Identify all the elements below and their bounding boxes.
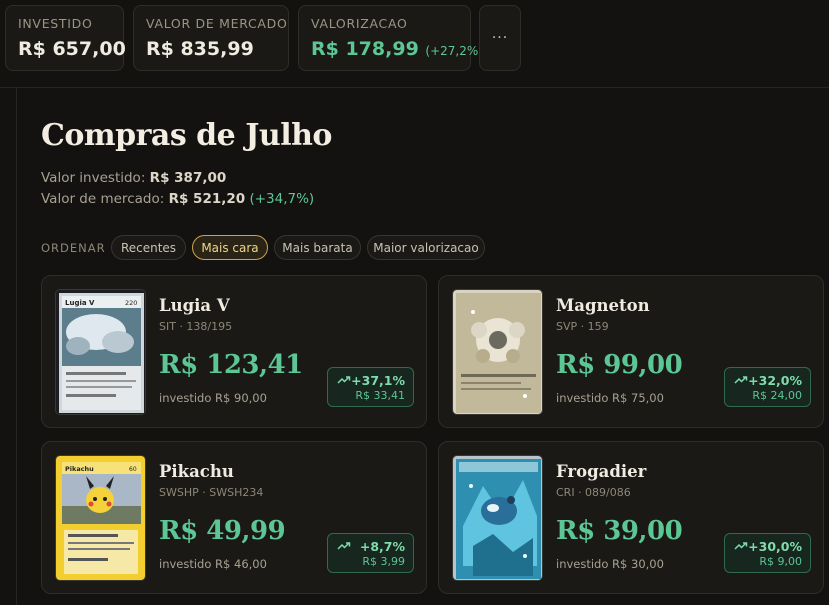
gain-amount: R$ 9,00 [759,555,802,568]
sort-recentes-chip[interactable]: Recentes [111,235,186,260]
gain-percent: +37,1% [351,373,405,388]
summary-invested-label: Valor investido: [41,170,146,186]
card-name: Frogadier [556,462,647,481]
trending-up-icon [734,376,748,384]
card-art-label: Lugia V [65,299,95,307]
card-invested: investido R$ 90,00 [159,391,267,405]
sort-mais-barata-chip[interactable]: Mais barata [274,235,361,260]
gain-percent: +32,0% [748,373,802,388]
trending-up-icon [337,376,351,384]
card-art-hp: 220 [125,299,137,307]
gain-badge: +8,7% R$ 3,99 [327,533,414,573]
card-thumbnail [452,289,543,415]
gain-badge: +30,0% R$ 9,00 [724,533,811,573]
more-options-button[interactable]: ··· [479,5,521,71]
card-set: SIT · 138/195 [159,320,233,333]
summary-market-label: Valor de mercado: [41,191,165,207]
card-pikachu[interactable]: Pikachu 60 Pikachu SWSHP · SWSH234 R$ 49… [41,441,427,594]
sidebar-divider [16,88,17,605]
card-name: Pikachu [159,462,234,481]
card-art-image [453,456,542,580]
card-lugia-v[interactable]: Lugia V 220 Lugia V SIT · 138/195 R$ 123… [41,275,427,428]
card-thumbnail: Pikachu 60 [55,455,146,581]
card-art-image: Lugia V 220 [56,290,145,414]
summary-market-pct: (+34,7%) [249,191,315,207]
trending-up-icon [337,542,351,550]
card-set: SVP · 159 [556,320,609,333]
gain-amount: R$ 24,00 [752,389,802,402]
trending-up-icon [734,542,748,550]
summary-invested: Valor investido: R$ 387,00 [41,170,226,186]
sort-mais-cara-chip[interactable]: Mais cara [192,235,268,260]
sort-maior-valorizacao-chip[interactable]: Maior valorizacao [367,235,485,260]
card-price: R$ 123,41 [159,350,303,380]
stat-label: VALORIZACAO [311,16,408,31]
stat-value: R$ 178,99 (+27,2%) [311,38,483,60]
stat-value: R$ 657,00 [18,38,126,60]
card-thumbnail: Lugia V 220 [55,289,146,415]
stat-value-amount: R$ 178,99 [311,38,419,60]
card-art-hp: 60 [129,466,137,473]
gain-amount: R$ 33,41 [355,389,405,402]
header-divider [0,87,829,88]
stat-market-value: VALOR DE MERCADO R$ 835,99 [133,5,289,71]
sort-label: ORDENAR [41,241,106,255]
stat-label: VALOR DE MERCADO [146,16,288,31]
page-title: Compras de Julho [41,118,332,153]
gain-amount: R$ 3,99 [362,555,405,568]
card-art-image [453,290,542,414]
card-name: Lugia V [159,296,230,315]
stat-label: INVESTIDO [18,16,93,31]
card-invested: investido R$ 75,00 [556,391,664,405]
card-art-label: Pikachu [65,465,94,473]
gain-badge: +32,0% R$ 24,00 [724,367,811,407]
gain-percent: +8,7% [359,539,405,554]
stat-value-pct: (+27,2%) [425,44,483,58]
card-frogadier[interactable]: Frogadier CRI · 089/086 R$ 39,00 investi… [438,441,824,594]
card-thumbnail [452,455,543,581]
card-set: SWSHP · SWSH234 [159,486,264,499]
stat-value: R$ 835,99 [146,38,254,60]
card-price: R$ 39,00 [556,516,683,546]
summary-market-value: R$ 521,20 [168,191,246,207]
stat-invested: INVESTIDO R$ 657,00 [5,5,126,71]
gain-percent: +30,0% [748,539,802,554]
summary-invested-value: R$ 387,00 [149,170,227,186]
card-price: R$ 49,99 [159,516,286,546]
card-price: R$ 99,00 [556,350,683,380]
more-icon: ··· [491,30,509,46]
card-magneton[interactable]: Magneton SVP · 159 R$ 99,00 investido R$… [438,275,824,428]
card-set: CRI · 089/086 [556,486,631,499]
stat-appreciation: VALORIZACAO R$ 178,99 (+27,2%) [298,5,483,71]
card-name: Magneton [556,296,650,315]
card-invested: investido R$ 46,00 [159,557,267,571]
card-invested: investido R$ 30,00 [556,557,664,571]
gain-badge: +37,1% R$ 33,41 [327,367,414,407]
summary-market: Valor de mercado: R$ 521,20 (+34,7%) [41,191,314,207]
card-art-image: Pikachu 60 [56,456,145,580]
